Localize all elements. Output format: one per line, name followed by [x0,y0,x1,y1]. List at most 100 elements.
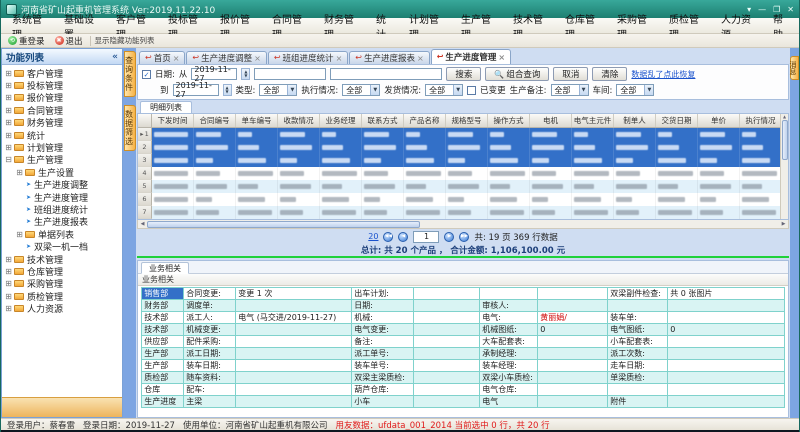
tree-item-生产进度调整[interactable]: ➤生产进度调整 [2,179,122,191]
tree-item-技术管理[interactable]: ⊞技术管理 [2,253,122,265]
sidebar-collapse-button[interactable]: « [112,52,118,62]
clear-button[interactable]: 清除 [592,67,627,81]
tree-item-质检管理[interactable]: ⊞质检管理 [2,290,122,302]
tab-close-icon[interactable]: × [336,54,343,63]
tab-生产进度报表[interactable]: ↩生产进度报表× [349,51,429,64]
horizontal-scroll-thumb[interactable] [147,221,420,228]
left-strip-tab-数据筛选[interactable]: 数据筛选 [124,105,136,151]
grid-column-header-电气主元件[interactable]: 电气主元件 [572,114,614,127]
tree-item-双梁一机一档[interactable]: ➤双梁一机一档 [2,240,122,252]
table-row[interactable]: 6 [138,193,780,206]
detail-row[interactable]: 技术部机械变更:电气变更:机械图纸:0电气图纸:0 [142,324,785,336]
date-from-input[interactable]: 2019-11-27 [191,68,237,80]
tab-detail-list[interactable]: 明细列表 [140,101,192,113]
logout-button[interactable]: ✖ 退出 [52,35,86,47]
tab-close-icon[interactable]: × [254,54,261,63]
prev-page-button[interactable]: ◀ [398,232,408,242]
tree-item-生产设置[interactable]: ⊞生产设置 [2,166,122,178]
prod-note-select[interactable]: 全部▼ [551,84,589,96]
tree-expander-icon[interactable]: ⊞ [4,292,13,301]
grid-column-header-下发时间[interactable]: 下发时间 [152,114,194,127]
table-row[interactable]: 3 [138,154,780,167]
grid-column-header-业务经理[interactable]: 业务经理 [320,114,362,127]
tree-item-报价管理[interactable]: ⊞报价管理 [2,92,122,104]
grid-column-header-产品名称[interactable]: 产品名称 [404,114,446,127]
grid-column-header-单价[interactable]: 单价 [698,114,740,127]
keyword-input-2[interactable] [330,68,442,80]
grid-column-header-操作方式[interactable]: 操作方式 [488,114,530,127]
table-row[interactable]: 4 [138,167,780,180]
tree-item-投标管理[interactable]: ⊞投标管理 [2,79,122,91]
tree-expander-icon[interactable]: ⊞ [4,143,13,152]
changed-checkbox[interactable] [467,86,476,95]
detail-row[interactable]: 生产进度主梁小车电气附件 [142,396,785,408]
vertical-scroll-thumb[interactable] [782,120,788,160]
tree-expander-icon[interactable]: ⊞ [4,267,13,276]
right-strip-tab[interactable]: 消息 [790,56,799,80]
next-page-button[interactable]: ▶ [444,232,454,242]
tree-expander-icon[interactable]: ⊞ [4,118,13,127]
tree-item-仓库管理[interactable]: ⊞仓库管理 [2,265,122,277]
tree-expander-icon[interactable]: ⊞ [15,230,24,239]
date-checkbox[interactable]: ✓ [142,70,151,79]
tab-close-icon[interactable]: × [173,54,180,63]
tree-item-统计[interactable]: ⊞统计 [2,129,122,141]
tab-生产进度调整[interactable]: ↩生产进度调整× [186,51,266,64]
tab-close-icon[interactable]: × [498,53,505,62]
grid-column-header-单车编号[interactable]: 单车编号 [236,114,278,127]
relogin-button[interactable]: ⟲ 重登录 [5,35,48,47]
grid-column-header-规格型号[interactable]: 规格型号 [446,114,488,127]
search-button[interactable]: 搜索 [446,67,481,81]
tree-item-计划管理[interactable]: ⊞计划管理 [2,141,122,153]
tree-expander-icon[interactable]: ⊞ [4,279,13,288]
detail-row[interactable]: 技术部派工人:电气 (马交进/2019-11-27)机械:电气:黄丽娟/装车单: [142,312,785,324]
tree-item-单据列表[interactable]: ⊞单据列表 [2,228,122,240]
detail-row[interactable]: 供应部配件采购:备注:大车配套表:小车配套表: [142,336,785,348]
scroll-right-icon[interactable]: ▶ [779,221,788,227]
table-row[interactable]: 2 [138,141,780,154]
date-to-spinner[interactable]: ▲▼ [223,84,232,96]
detail-row[interactable]: 质检部随车资料:双梁主梁质检:双梁小车质检:单梁质检: [142,372,785,384]
detail-row[interactable]: 销售部合同变更:变更 1 次出车计划:双梁副件检查:共 0 张图片 [142,288,785,300]
cancel-button[interactable]: 取消 [553,67,588,81]
tree-item-生产管理[interactable]: ⊟生产管理 [2,154,122,166]
workshop-select[interactable]: 全部▼ [616,84,654,96]
tree-expander-icon[interactable]: ⊞ [4,131,13,140]
exec-status-select[interactable]: 全部▼ [342,84,380,96]
date-to-input[interactable]: 2019-11-27 [173,84,219,96]
grid-column-header-执行情况[interactable]: 执行情况 [740,114,782,127]
tree-expander-icon[interactable]: ⊞ [4,69,13,78]
page-size-link[interactable]: 20 [368,232,378,241]
tree-expander-icon[interactable]: ⊞ [4,93,13,102]
scroll-left-icon[interactable]: ◀ [138,221,147,227]
tree-item-生产进度报表[interactable]: ➤生产进度报表 [2,216,122,228]
detail-row[interactable]: 生产部装车日期:装车单号:装车经理:走车日期: [142,360,785,372]
left-strip-tab-查询条件[interactable]: 查询条件 [124,51,136,97]
tree-expander-icon[interactable]: ⊞ [4,255,13,264]
detail-row[interactable]: 生产部派工日期:派工单号:承制经理:派工次数: [142,348,785,360]
detail-row[interactable]: 仓库配车:葫芦仓库:电气仓库: [142,384,785,396]
combo-query-button[interactable]: 🔍 组合查询 [485,67,549,81]
toggle-nav-button[interactable]: 显示隐藏功能列表 [95,35,155,46]
tab-生产进度管理[interactable]: ↩生产进度管理× [431,49,511,64]
tree-item-班组进度统计[interactable]: ➤班组进度统计 [2,203,122,215]
table-row[interactable]: 5 [138,180,780,193]
grid-column-header-电机[interactable]: 电机 [530,114,572,127]
grid-column-header-制单人[interactable]: 制单人 [614,114,656,127]
page-number-input[interactable]: 1 [413,231,439,243]
first-page-button[interactable]: ◀◀ [383,232,393,242]
tab-班组进度统计[interactable]: ↩班组进度统计× [268,51,348,64]
reset-layout-link[interactable]: 数据乱了点此恢复 [631,69,695,80]
vertical-scrollbar[interactable]: ▲ [780,114,788,219]
last-page-button[interactable]: ▶▶ [459,232,469,242]
grid-column-header-收款情况[interactable]: 收款情况 [278,114,320,127]
ship-status-select[interactable]: 全部▼ [425,84,463,96]
tree-expander-icon[interactable]: ⊞ [4,81,13,90]
grid-column-header-合同编号[interactable]: 合同编号 [194,114,236,127]
grid-column-header-联系方式[interactable]: 联系方式 [362,114,404,127]
tab-close-icon[interactable]: × [417,54,424,63]
scroll-up-icon[interactable]: ▲ [783,114,786,119]
date-from-spinner[interactable]: ▲▼ [241,68,250,80]
tree-item-合同管理[interactable]: ⊞合同管理 [2,104,122,116]
type-select[interactable]: 全部▼ [259,84,297,96]
